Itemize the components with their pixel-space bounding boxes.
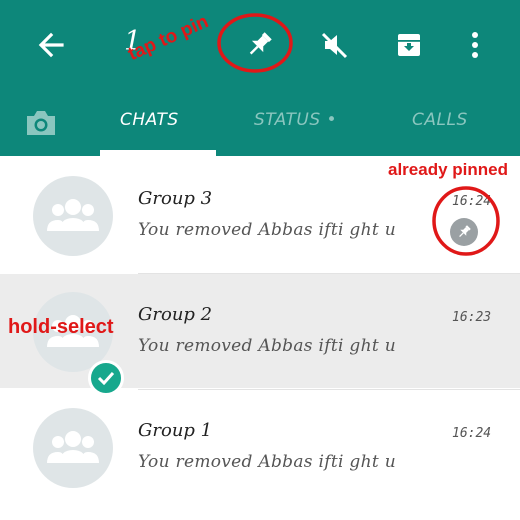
chat-name: Group 2 [138,304,213,325]
back-arrow-icon[interactable] [34,28,68,62]
tab-status-label: STATUS [254,110,321,130]
tab-status[interactable]: STATUS • [254,110,337,130]
mute-icon [321,32,348,59]
chat-name: Group 3 [138,188,213,209]
annotation-hold-select: hold-select [8,316,114,338]
chat-last-message: You removed Abbas ifti ght u [138,336,396,356]
annotation-already-pinned: already pinned [388,160,508,179]
tab-chats[interactable]: CHATS [120,110,179,130]
chat-last-message: You removed Abbas ifti ght u [138,452,396,472]
more-vert-icon [472,32,478,58]
tab-calls[interactable]: CALLS [412,110,468,130]
tab-bar: CHATS STATUS • CALLS [0,92,520,156]
group-icon [47,199,99,231]
group-avatar [33,176,113,256]
group-icon [47,431,99,463]
more-options-button[interactable] [452,22,498,68]
annotation-circle-pinned [432,186,500,256]
archive-icon [398,34,420,56]
annotation-circle-pin [217,13,293,73]
chat-time: 16:24 [452,426,492,441]
action-bar: 1 CHATS STATUS • CALLS tap to pin [0,0,520,156]
chat-time: 16:23 [452,310,492,325]
group-avatar [33,408,113,488]
chat-row-group-1[interactable]: Group 1 You removed Abbas ifti ght u 16:… [0,390,520,504]
archive-button[interactable] [386,22,432,68]
active-tab-indicator [100,150,216,156]
chat-name: Group 1 [138,420,213,441]
status-dot: • [326,110,338,130]
chat-last-message: You removed Abbas ifti ght u [138,220,396,240]
mute-button[interactable] [311,22,357,68]
